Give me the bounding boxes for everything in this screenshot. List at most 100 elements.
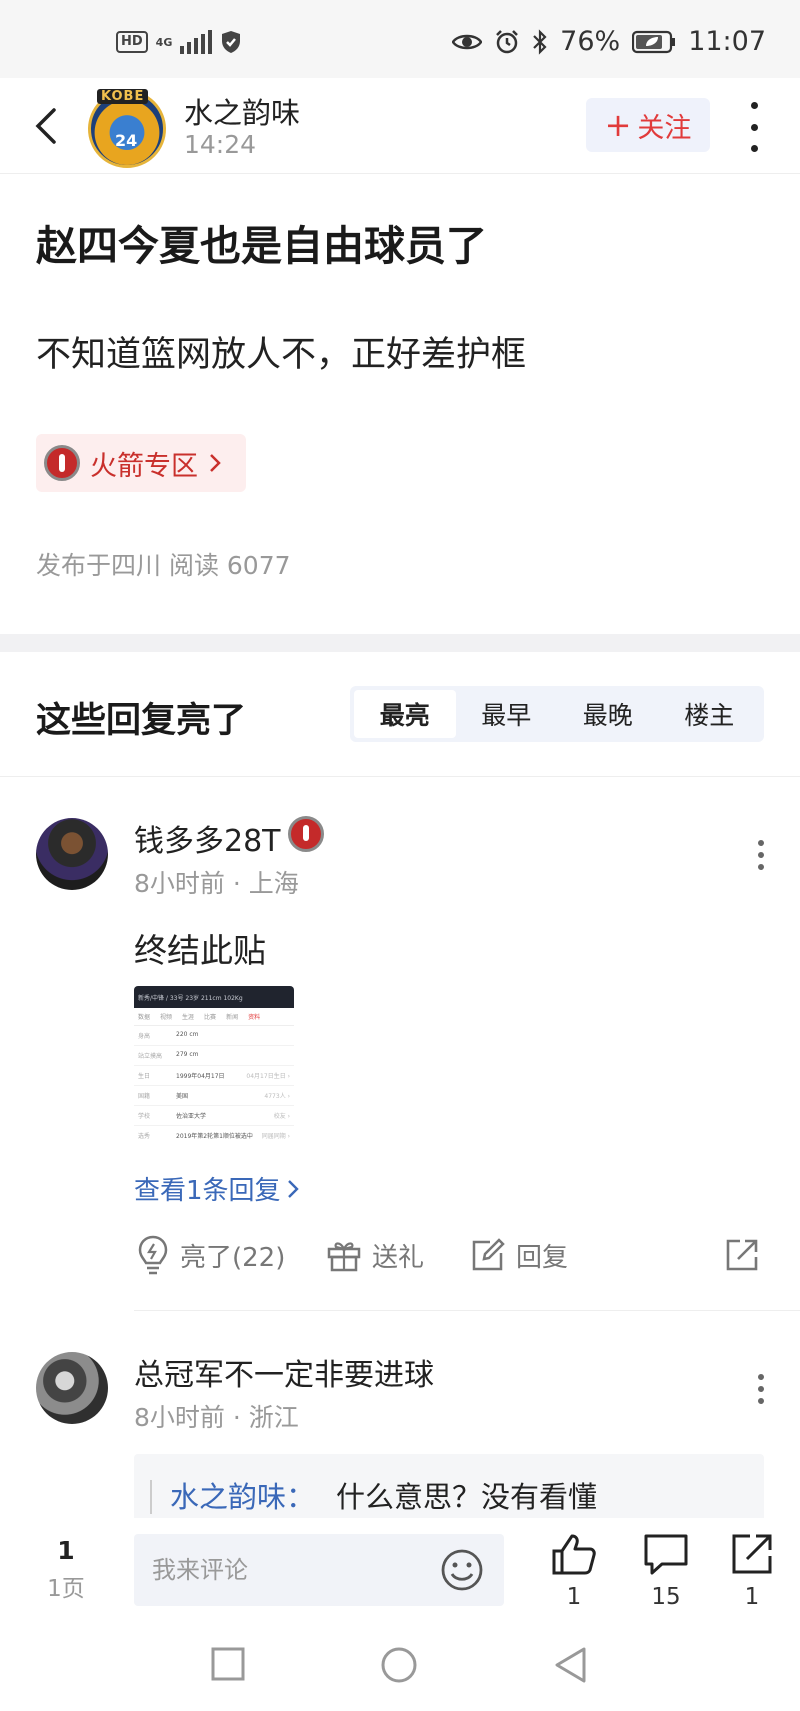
avatar[interactable] <box>36 1352 108 1424</box>
comment-input[interactable]: 我来评论 <box>134 1534 504 1606</box>
chevron-right-icon <box>210 454 221 472</box>
view-replies-link[interactable]: 查看1条回复 <box>134 1170 299 1207</box>
avatar[interactable] <box>36 818 108 890</box>
tab-earliest[interactable]: 最早 <box>456 690 558 738</box>
gift-label: 送礼 <box>372 1242 425 1273</box>
image-tab-active: 资料 <box>248 1014 261 1021</box>
battery-percent: 76% <box>560 26 621 57</box>
thumbs-up-icon <box>552 1534 596 1575</box>
image-tabs: 数据 视频 生涯 比赛 新闻 资料 <box>134 1008 294 1026</box>
image-row: 生日 1999年04月17日 04月17日生日 › <box>134 1066 294 1086</box>
post-header: KOBE 24 水之韵味 14:24 + 关注 <box>0 78 800 174</box>
comment-bubble-icon <box>644 1534 688 1575</box>
like-button[interactable]: 亮了(22) <box>136 1230 285 1280</box>
status-bar: HD 4G 76% 11:07 <box>0 0 800 78</box>
shield-icon <box>221 31 240 53</box>
image-row: 国籍 美国 4773人 › <box>134 1086 294 1106</box>
gift-button[interactable]: 送礼 <box>326 1230 424 1280</box>
page-number: 1 <box>57 1536 75 1565</box>
share-button[interactable] <box>724 1230 760 1280</box>
tab-op-only[interactable]: 楼主 <box>659 690 761 738</box>
divider <box>0 776 800 777</box>
image-tab: 视频 <box>160 1014 173 1021</box>
view-replies-label: 查看1条回复 <box>134 1176 281 1206</box>
author-avatar[interactable]: KOBE 24 <box>88 89 166 168</box>
comment-count: 15 <box>651 1584 681 1610</box>
comment-text: 终结此贴 <box>134 931 266 970</box>
home-icon[interactable] <box>380 1646 418 1684</box>
signal-icon <box>179 30 212 54</box>
follow-button[interactable]: + 关注 <box>586 98 710 152</box>
gift-icon <box>327 1242 361 1272</box>
post-title: 赵四今夏也是自由球员了 <box>36 222 487 270</box>
image-header: 新秀/中锋 / 33号 23岁 211cm 102Kg <box>134 986 294 1008</box>
reply-label: 回复 <box>516 1242 569 1273</box>
status-left: HD 4G <box>116 30 242 54</box>
rockets-logo-icon <box>44 445 80 481</box>
comment-more-icon[interactable] <box>756 840 766 870</box>
replies-title: 这些回复亮了 <box>36 701 247 741</box>
bluetooth-icon <box>533 28 547 55</box>
image-row: 选秀 2019年第2轮第1顺位被选中 同届同期 › <box>134 1126 294 1144</box>
post-body: 不知道篮网放人不，正好差护框 <box>36 335 527 375</box>
section-divider <box>0 634 800 652</box>
emoji-icon[interactable] <box>440 1548 484 1592</box>
comment-actions: 亮了(22) 送礼 回复 <box>134 1230 764 1290</box>
follow-label: 关注 <box>637 112 692 144</box>
zone-tag[interactable]: 火箭专区 <box>36 434 246 492</box>
zone-label: 火箭专区 <box>90 450 198 482</box>
comment-meta: 8小时前 · 上海 <box>134 869 299 898</box>
like-count: 1 <box>566 1584 582 1610</box>
image-tab: 生涯 <box>182 1014 195 1021</box>
tab-latest[interactable]: 最晚 <box>557 690 659 738</box>
hd-icon: HD <box>116 31 148 53</box>
divider <box>134 1310 800 1311</box>
reply-button[interactable]: 回复 <box>470 1230 568 1280</box>
like-label: 亮了(22) <box>180 1242 286 1273</box>
comment-image[interactable]: 新秀/中锋 / 33号 23岁 211cm 102Kg 数据 视频 生涯 比赛 … <box>134 986 294 1144</box>
page-indicator[interactable]: 1 1页 <box>44 1536 88 1603</box>
post-meta: 发布于四川 阅读 6077 <box>36 551 291 580</box>
sort-tabs: 最亮 最早 最晚 楼主 <box>350 686 764 742</box>
image-row: 身高 220 cm <box>134 1026 294 1046</box>
image-tab: 比赛 <box>204 1014 217 1021</box>
image-tab: 数据 <box>138 1014 151 1021</box>
comment-more-icon[interactable] <box>756 1374 766 1404</box>
back-nav-icon[interactable] <box>552 1646 588 1684</box>
comment-meta: 8小时前 · 浙江 <box>134 1403 299 1432</box>
recent-apps-icon[interactable] <box>210 1646 246 1682</box>
thumbs-up-button[interactable]: 1 <box>544 1532 604 1610</box>
quote-text: 什么意思？没有看懂 <box>336 1480 598 1514</box>
quote-bar <box>150 1480 152 1514</box>
status-right: 76% 11:07 <box>452 26 766 57</box>
comment-username[interactable]: 总冠军不一定非要进球 <box>134 1350 434 1394</box>
share-icon <box>726 1239 758 1271</box>
quote-username[interactable]: 水之韵味： <box>170 1474 315 1516</box>
network-type: 4G <box>155 35 173 49</box>
clock: 11:07 <box>688 26 766 57</box>
share-bottom-button[interactable]: 1 <box>722 1532 782 1610</box>
avatar-badge: KOBE <box>97 89 149 104</box>
more-vertical-icon[interactable] <box>744 102 764 152</box>
share-icon <box>732 1534 772 1574</box>
tab-brightest[interactable]: 最亮 <box>354 690 456 738</box>
back-chevron-icon[interactable] <box>30 106 66 146</box>
plus-icon: + <box>604 106 632 144</box>
avatar-number: 24 <box>115 131 138 150</box>
system-nav-bar <box>0 1622 800 1711</box>
post-time: 14:24 <box>184 130 257 159</box>
image-tab: 新闻 <box>226 1014 239 1021</box>
team-badge-icon <box>288 816 324 852</box>
page: HD 4G 76% 11:07 KOBE 24 水之韵味 14:24 + 关注 … <box>0 0 800 1711</box>
eye-icon <box>452 34 483 49</box>
bottom-action-bar: 1 1页 我来评论 1 15 1 <box>0 1518 800 1622</box>
battery-icon <box>632 30 676 53</box>
lightbulb-icon <box>138 1235 168 1275</box>
author-name[interactable]: 水之韵味 <box>184 90 300 132</box>
edit-icon <box>472 1238 505 1271</box>
page-label: 1页 <box>47 1576 85 1602</box>
comments-button[interactable]: 15 <box>636 1532 696 1610</box>
image-row: 站立摸高 279 cm <box>134 1046 294 1066</box>
image-row: 学校 佐治亚大学 校友 › <box>134 1106 294 1126</box>
comment-username[interactable]: 钱多多28T <box>134 816 281 860</box>
